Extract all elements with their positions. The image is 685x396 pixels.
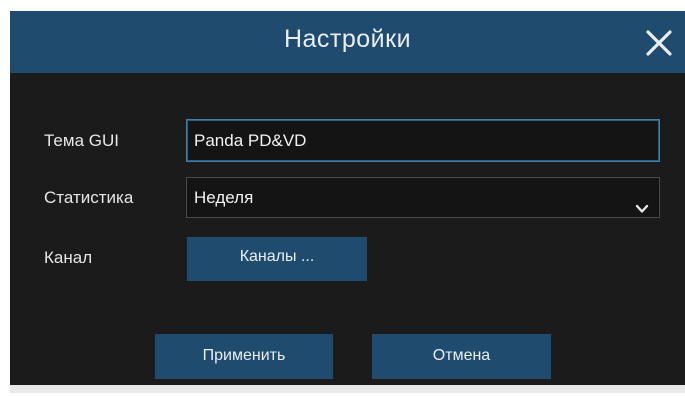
channels-button[interactable]: Каналы ...: [187, 237, 367, 281]
channel-label: Канал: [44, 248, 93, 267]
apply-button[interactable]: Применить: [155, 334, 333, 379]
cancel-button[interactable]: Отмена: [372, 334, 551, 379]
chevron-down-icon: [635, 191, 649, 213]
close-icon[interactable]: [644, 28, 674, 58]
settings-dialog: Настройки Тема GUI Panda PD&VD Статистик…: [10, 11, 685, 393]
dialog-titlebar: Настройки: [10, 11, 685, 73]
theme-input[interactable]: Panda PD&VD: [186, 119, 660, 162]
theme-label: Тема GUI: [44, 131, 119, 150]
dialog-title: Настройки: [283, 25, 412, 53]
statistics-label: Статистика: [44, 188, 134, 207]
statistics-select[interactable]: Неделя: [186, 177, 660, 218]
statistics-selected-value: Неделя: [194, 188, 254, 207]
